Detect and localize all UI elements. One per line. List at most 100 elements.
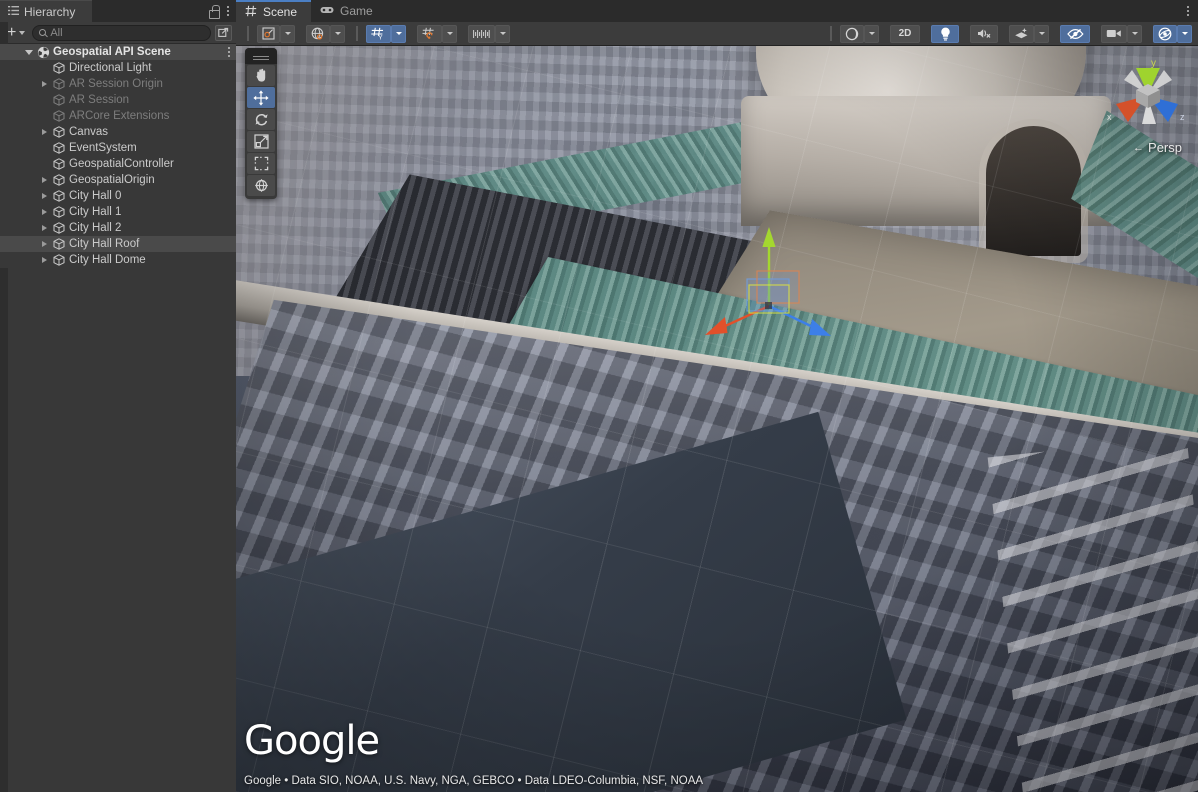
expand-arrow-closed[interactable] [38, 193, 51, 199]
lock-icon[interactable] [208, 5, 219, 17]
hierarchy-item[interactable]: Canvas [0, 124, 236, 140]
scene-viewport[interactable]: y z x [236, 46, 1198, 792]
hierarchy-item-label: ARCore Extensions [67, 110, 169, 122]
hierarchy-scene-root[interactable]: Geospatial API Scene [0, 44, 236, 60]
move-gizmo[interactable] [691, 221, 831, 346]
ruler-dropdown[interactable] [495, 25, 510, 43]
gameobject-icon [51, 190, 67, 202]
expand-arrow-closed[interactable] [38, 81, 51, 87]
gizmos-button[interactable] [1153, 25, 1177, 43]
handle-dropdown[interactable] [330, 25, 345, 43]
tab-hierarchy-label: Hierarchy [24, 5, 75, 19]
perspective-label-group[interactable]: ← Persp [1133, 140, 1182, 155]
view-axis-gizmo[interactable]: y z x [1106, 54, 1190, 138]
hierarchy-item[interactable]: City Hall Dome [0, 252, 236, 268]
tab-scene[interactable]: Scene [236, 0, 311, 22]
pivot-group [257, 25, 295, 43]
gameobject-icon [51, 174, 67, 186]
effects-button[interactable] [1009, 25, 1034, 43]
expand-arrow-closed[interactable] [38, 177, 51, 183]
hidden-objects-toggle[interactable] [1060, 25, 1090, 43]
snap-dropdown[interactable] [442, 25, 457, 43]
hierarchy-item[interactable]: City Hall 2 [0, 220, 236, 236]
scene-menu-icon[interactable] [1187, 6, 1189, 16]
tool-palette-drag-handle[interactable] [245, 48, 277, 64]
handle-orientation-button[interactable] [306, 25, 330, 43]
grid-axis-button[interactable]: Y [366, 25, 391, 43]
tab-game-label: Game [340, 4, 373, 18]
hierarchy-item[interactable]: City Hall Roof [0, 236, 236, 252]
chevron-down-icon [1182, 32, 1188, 35]
open-in-window-icon[interactable] [215, 25, 232, 41]
camera-dropdown[interactable] [1127, 25, 1142, 43]
expand-arrow-closed[interactable] [38, 225, 51, 231]
pivot-button[interactable] [257, 25, 280, 43]
hierarchy-item[interactable]: GeospatialOrigin [0, 172, 236, 188]
camera-button[interactable] [1101, 25, 1127, 43]
rotate-tool[interactable] [247, 109, 275, 130]
grid-axis-label: Y [378, 35, 383, 40]
hand-tool[interactable] [247, 65, 275, 86]
expand-arrow-closed[interactable] [38, 241, 51, 247]
scene-tabbar: Scene Game [236, 0, 1198, 22]
hierarchy-item[interactable]: City Hall 1 [0, 204, 236, 220]
axis-y-label: y [1151, 58, 1156, 69]
search-field[interactable] [32, 25, 211, 41]
hierarchy-item[interactable]: Directional Light [0, 60, 236, 76]
chevron-down-icon [396, 32, 402, 35]
hierarchy-panel: Hierarchy + Geospatial [0, 0, 236, 792]
gizmos-dropdown[interactable] [1177, 25, 1192, 43]
ruler-button[interactable] [468, 25, 495, 43]
expand-arrow-closed[interactable] [38, 257, 51, 263]
hierarchy-item[interactable]: AR Session [0, 92, 236, 108]
hierarchy-item-label: City Hall 1 [67, 206, 121, 218]
tab-game[interactable]: Game [311, 0, 387, 22]
pivot-dropdown[interactable] [280, 25, 295, 43]
grid-snapping-button[interactable] [417, 25, 442, 43]
hierarchy-item[interactable]: AR Session Origin [0, 76, 236, 92]
shading-dropdown[interactable] [864, 25, 879, 43]
chevron-down-icon [500, 32, 506, 35]
hierarchy-item[interactable]: City Hall 0 [0, 188, 236, 204]
chevron-down-icon [1039, 32, 1045, 35]
toggle-2d-button[interactable]: 2D [890, 25, 920, 43]
effects-dropdown[interactable] [1034, 25, 1049, 43]
scene-panel: Scene Game [236, 0, 1198, 792]
hierarchy-item-label: AR Session [67, 94, 129, 106]
gameobject-icon [51, 62, 67, 74]
perspective-label: Persp [1148, 140, 1182, 155]
audio-toggle[interactable] [970, 25, 998, 43]
rect-tool[interactable] [247, 153, 275, 174]
grid-snap-group: Y [366, 25, 406, 43]
selection-bounds [747, 271, 799, 313]
hierarchy-tree[interactable]: Geospatial API SceneDirectional LightAR … [0, 44, 236, 268]
axis-z-label: z [1180, 112, 1185, 122]
gameobject-icon [51, 110, 67, 122]
scale-tool[interactable] [247, 131, 275, 152]
fx-group [1009, 25, 1049, 43]
hierarchy-menu-icon[interactable] [227, 6, 229, 16]
viewport-parked-cars [988, 437, 1198, 792]
hierarchy-item[interactable]: EventSystem [0, 140, 236, 156]
hierarchy-item[interactable]: ARCore Extensions [0, 108, 236, 124]
hierarchy-item[interactable]: GeospatialController [0, 156, 236, 172]
transform-tool[interactable] [247, 175, 275, 196]
gizmos-group [1153, 25, 1192, 43]
search-input[interactable] [50, 27, 204, 39]
scene-row-menu-icon[interactable] [228, 47, 232, 57]
expand-arrow-closed[interactable] [38, 209, 51, 215]
handle-group [306, 25, 345, 43]
tab-hierarchy[interactable]: Hierarchy [0, 0, 92, 22]
gameobject-icon [51, 78, 67, 90]
hierarchy-item-label: City Hall 0 [67, 190, 121, 202]
expand-arrow-open[interactable] [22, 50, 35, 55]
shading-mode-button[interactable] [840, 25, 864, 43]
expand-arrow-closed[interactable] [38, 129, 51, 135]
grid-axis-dropdown[interactable] [391, 25, 406, 43]
lighting-toggle[interactable] [931, 25, 959, 43]
hierarchy-item-label: GeospatialController [67, 158, 174, 170]
unity-scene-icon [35, 46, 51, 59]
map-attribution-text: Google • Data SIO, NOAA, U.S. Navy, NGA,… [244, 775, 703, 787]
move-tool[interactable] [247, 87, 275, 108]
chevron-down-icon [869, 32, 875, 35]
